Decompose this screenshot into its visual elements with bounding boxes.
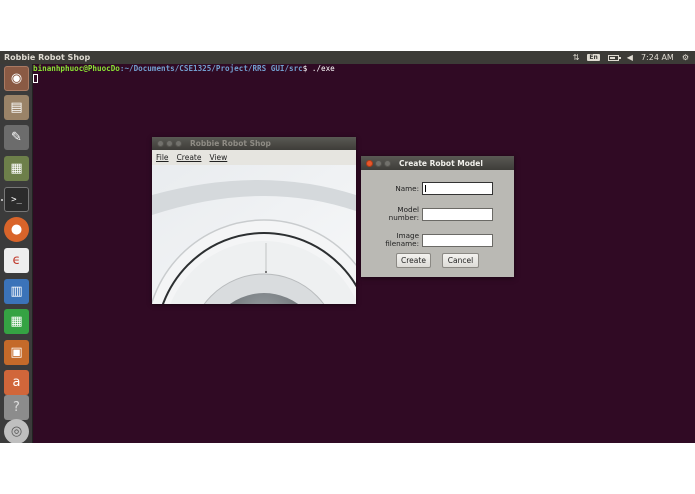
disk-icon[interactable]: ◎ <box>4 419 29 443</box>
desktop: Robbie Robot Shop ⇅ En ◀ 7:24 AM ⚙ ◉ ▤ ✎… <box>0 51 695 443</box>
pdf-viewer-icon[interactable]: ϵ <box>4 248 29 273</box>
terminal-output: binanhphuoc@PhuocDo:~/Documents/CSE1325/… <box>33 64 335 84</box>
active-app-title: Robbie Robot Shop <box>4 53 91 62</box>
files-icon[interactable]: ▤ <box>4 95 29 120</box>
menu-file[interactable]: File <box>152 153 173 162</box>
create-robot-model-dialog: Create Robot Model Name: Model number: I… <box>361 156 514 277</box>
maximize-icon[interactable] <box>175 140 182 147</box>
maximize-icon[interactable] <box>384 159 391 167</box>
impress-icon[interactable]: ▣ <box>4 340 29 365</box>
writer-icon[interactable]: ▥ <box>4 279 29 304</box>
terminal-path: :~/Documents/CSE1325/Project/RRS GUI/src <box>119 64 303 73</box>
robot-image <box>152 165 356 304</box>
dialog-titlebar[interactable]: Create Robot Model <box>361 156 514 170</box>
model-number-field[interactable] <box>422 208 493 221</box>
cancel-button[interactable]: Cancel <box>442 253 479 268</box>
system-monitor-icon[interactable]: ▦ <box>4 156 29 181</box>
create-button[interactable]: Create <box>396 253 431 268</box>
minimize-icon[interactable] <box>375 159 382 167</box>
image-filename-field[interactable] <box>422 234 493 247</box>
model-number-label: Model number: <box>388 205 419 222</box>
ubuntu-logo-icon[interactable]: ◉ <box>4 66 29 91</box>
gear-icon[interactable]: ⚙ <box>682 53 689 62</box>
name-field[interactable] <box>422 182 493 195</box>
running-indicator <box>1 199 3 201</box>
battery-icon[interactable] <box>607 54 621 61</box>
terminal-cursor <box>33 74 38 83</box>
firefox-icon[interactable]: ● <box>4 217 29 242</box>
main-window: Robbie Robot Shop File Create View <box>152 137 356 304</box>
terminal-user-host: binanhphuoc@PhuocDo <box>33 64 120 73</box>
minimize-icon[interactable] <box>166 140 173 147</box>
volume-icon[interactable]: ◀ <box>627 53 633 62</box>
launcher: ◉ ▤ ✎ ▦ >_ ● ϵ ▥ ▦ ▣ a ? ◎ <box>0 64 33 443</box>
terminal-icon[interactable]: >_ <box>4 187 29 212</box>
calc-icon[interactable]: ▦ <box>4 309 29 334</box>
terminal-command: $ ./exe <box>302 64 335 73</box>
menu-create[interactable]: Create <box>173 153 206 162</box>
main-window-title: Robbie Robot Shop <box>190 139 271 148</box>
image-filename-label: Image filename: <box>385 231 419 248</box>
help-icon[interactable]: ? <box>4 395 29 420</box>
dialog-title: Create Robot Model <box>399 158 483 168</box>
robot-image-drawing <box>152 165 356 304</box>
keyboard-layout-indicator[interactable]: En <box>587 54 600 61</box>
menu-view[interactable]: View <box>205 153 231 162</box>
name-label: Name: <box>395 184 419 193</box>
clock[interactable]: 7:24 AM <box>641 53 674 62</box>
software-center-icon[interactable]: a <box>4 370 29 395</box>
text-editor-icon[interactable]: ✎ <box>4 125 29 150</box>
top-panel: Robbie Robot Shop ⇅ En ◀ 7:24 AM ⚙ <box>0 51 695 64</box>
menubar: File Create View <box>152 150 356 166</box>
close-icon[interactable] <box>157 140 164 147</box>
main-window-titlebar[interactable]: Robbie Robot Shop <box>152 137 356 150</box>
network-arrows-icon[interactable]: ⇅ <box>573 53 580 62</box>
close-icon[interactable] <box>366 159 373 167</box>
